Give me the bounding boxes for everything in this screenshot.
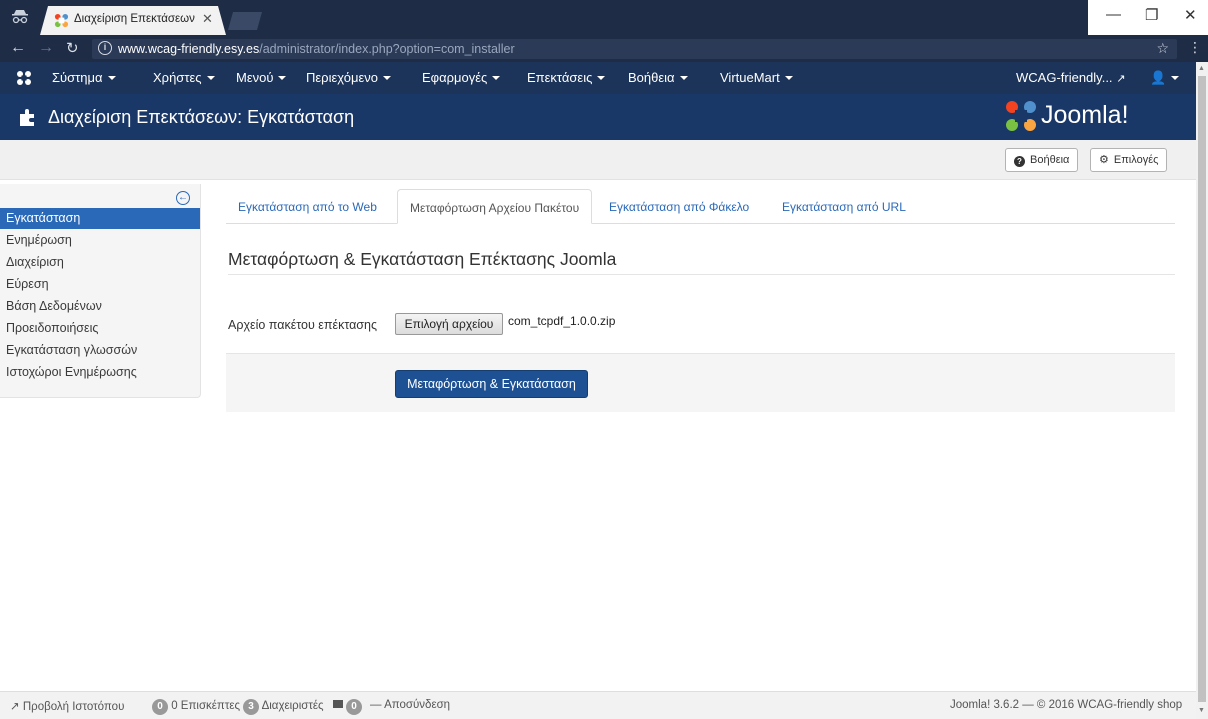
- page-header: Διαχείριση Επεκτάσεων: Εγκατάσταση Jooml…: [0, 94, 1196, 140]
- menu-components[interactable]: Εφαρμογές: [422, 70, 501, 85]
- sidebar-item-discover[interactable]: Εύρεση: [0, 274, 200, 295]
- new-tab-button[interactable]: [228, 12, 262, 30]
- selected-file-name: com_tcpdf_1.0.0.zip: [508, 314, 616, 328]
- sidebar-toggle-icon[interactable]: ←: [176, 191, 190, 205]
- tab-upload-package[interactable]: Μεταφόρτωση Αρχείου Πακέτου: [397, 189, 593, 224]
- admins-status: 3 Διαχειριστές: [243, 699, 324, 715]
- sidebar-item-update-sites[interactable]: Ιστοχώροι Ενημέρωσης: [0, 362, 200, 383]
- user-icon: 👤: [1150, 70, 1167, 85]
- tab-install-from-url[interactable]: Εγκατάσταση από URL: [770, 189, 918, 224]
- external-link-icon: ↗: [10, 701, 20, 713]
- tab-install-from-folder[interactable]: Εγκατάσταση από Φάκελο: [597, 189, 761, 224]
- visitors-badge: 0: [152, 699, 168, 715]
- admin-menu-bar: Σύστημα Χρήστες Μενού Περιεχόμενο Εφαρμο…: [0, 62, 1196, 94]
- visitors-status: 0 0 Επισκέπτες: [152, 699, 240, 715]
- messages-badge: 0: [346, 699, 362, 715]
- scroll-up-icon[interactable]: ▲: [1198, 65, 1205, 72]
- url-host: www.wcag-friendly.esy.es: [118, 42, 260, 56]
- url-field[interactable]: i www.wcag-friendly.esy.es/administrator…: [92, 39, 1177, 59]
- joomla-logo-text: Joomla!: [1041, 101, 1129, 129]
- package-file-label: Αρχείο πακέτου επέκτασης: [228, 318, 377, 332]
- back-icon[interactable]: ←: [10, 39, 26, 57]
- chrome-menu-icon[interactable]: ⋮: [1188, 39, 1202, 56]
- version-info: Joomla! 3.6.2 — © 2016 WCAG-friendly sho…: [950, 699, 1183, 711]
- menu-menus[interactable]: Μενού: [236, 70, 287, 85]
- sidebar-item-update[interactable]: Ενημέρωση: [0, 230, 200, 251]
- sidebar-item-install-languages[interactable]: Εγκατάσταση γλωσσών: [0, 340, 200, 361]
- tab-install-from-web[interactable]: Εγκατάσταση από το Web: [226, 189, 389, 224]
- forward-icon[interactable]: →: [38, 39, 54, 57]
- user-menu[interactable]: 👤: [1150, 70, 1180, 86]
- joomla-favicon-icon: [54, 13, 69, 28]
- menu-users[interactable]: Χρήστες: [153, 70, 215, 85]
- page-title: Διαχείριση Επεκτάσεων: Εγκατάσταση: [48, 107, 355, 127]
- close-window-icon[interactable]: ✕: [1184, 6, 1197, 24]
- sidebar-item-database[interactable]: Βάση Δεδομένων: [0, 296, 200, 317]
- minus-icon: —: [370, 699, 382, 711]
- sidebar-item-warnings[interactable]: Προειδοποιήσεις: [0, 318, 200, 339]
- sidebar-item-manage[interactable]: Διαχείριση: [0, 252, 200, 273]
- view-site-link[interactable]: ↗ Προβολή Ιστοτόπου: [10, 699, 124, 713]
- logout-link[interactable]: — Αποσύνδεση: [370, 699, 450, 711]
- sidebar-item-install[interactable]: Εγκατάσταση: [0, 208, 200, 229]
- browser-tab[interactable]: Διαχείριση Επεκτάσεων ✕: [40, 6, 226, 35]
- envelope-icon: [333, 700, 343, 708]
- minimize-icon[interactable]: —: [1106, 6, 1121, 23]
- browser-tab-strip: Διαχείριση Επεκτάσεων ✕ — ❐ ✕: [0, 0, 1208, 35]
- external-link-icon: ↗: [1116, 73, 1126, 85]
- menu-content[interactable]: Περιεχόμενο: [306, 70, 391, 85]
- gear-icon: ⚙: [1099, 154, 1109, 166]
- bookmark-star-icon[interactable]: ☆: [1156, 40, 1169, 57]
- joomla-menu-icon[interactable]: [16, 70, 32, 86]
- scrollbar-thumb[interactable]: [1198, 76, 1206, 702]
- info-icon[interactable]: i: [98, 41, 112, 55]
- toolbar: ? Βοήθεια ⚙ Επιλογές: [0, 140, 1196, 180]
- restore-icon[interactable]: ❐: [1145, 6, 1158, 24]
- reload-icon[interactable]: ↻: [66, 39, 79, 57]
- admins-badge: 3: [243, 699, 259, 715]
- options-button[interactable]: ⚙ Επιλογές: [1090, 148, 1168, 172]
- incognito-icon: [10, 6, 30, 28]
- site-link[interactable]: WCAG-friendly... ↗: [1016, 70, 1125, 85]
- puzzle-icon: [20, 109, 34, 126]
- question-icon: ?: [1014, 156, 1025, 167]
- tab-close-icon[interactable]: ✕: [202, 11, 213, 27]
- joomla-logo-icon: [1006, 101, 1036, 131]
- browser-tab-title: Διαχείριση Επεκτάσεων: [74, 13, 195, 25]
- url-path: /administrator/index.php?option=com_inst…: [259, 42, 515, 56]
- joomla-logo: Joomla!: [1005, 100, 1181, 134]
- status-bar: ↗ Προβολή Ιστοτόπου 0 0 Επισκέπτες 3 Δια…: [0, 691, 1196, 719]
- sidebar: ← Εγκατάσταση Ενημέρωση Διαχείριση Εύρεσ…: [0, 184, 201, 398]
- form-legend: Μεταφόρτωση & Εγκατάσταση Επέκτασης Joom…: [228, 249, 1175, 275]
- scroll-down-icon[interactable]: ▼: [1198, 707, 1205, 714]
- page-scrollbar[interactable]: ▲ ▼: [1196, 62, 1208, 719]
- menu-extensions[interactable]: Επεκτάσεις: [527, 70, 606, 85]
- menu-help[interactable]: Βοήθεια: [628, 70, 688, 85]
- menu-virtuemart[interactable]: VirtueMart: [720, 70, 793, 85]
- window-controls: — ❐ ✕: [1088, 0, 1208, 35]
- help-button[interactable]: ? Βοήθεια: [1005, 148, 1079, 172]
- upload-install-button[interactable]: Μεταφόρτωση & Εγκατάσταση: [395, 370, 588, 398]
- install-tabs: Εγκατάσταση από το Web Μεταφόρτωση Αρχεί…: [226, 189, 1175, 224]
- choose-file-button[interactable]: Επιλογή αρχείου: [395, 313, 503, 335]
- menu-system[interactable]: Σύστημα: [52, 70, 116, 85]
- address-bar: ← → ↻ i www.wcag-friendly.esy.es/adminis…: [0, 35, 1208, 62]
- form-actions: Μεταφόρτωση & Εγκατάσταση: [226, 353, 1175, 412]
- messages-status[interactable]: 0: [333, 699, 362, 715]
